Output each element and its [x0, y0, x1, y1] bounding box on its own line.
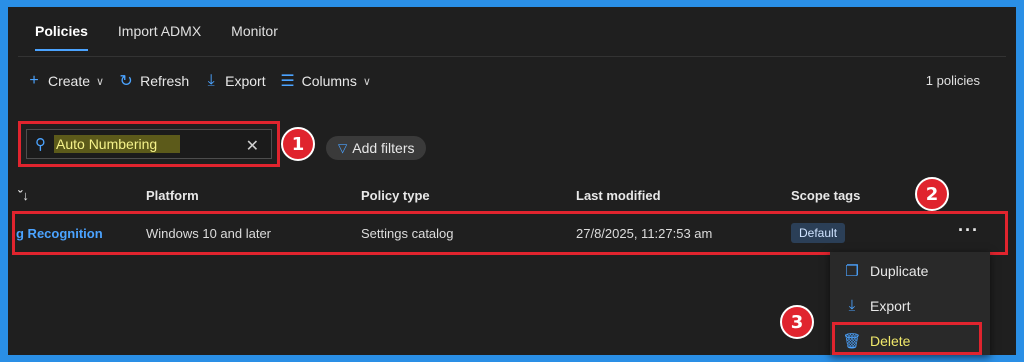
refresh-label: Refresh	[140, 73, 190, 89]
tab-monitor[interactable]: Monitor	[224, 15, 285, 51]
export-button[interactable]: ⤓ Export	[203, 72, 266, 90]
download-icon: ⤓	[848, 297, 856, 314]
download-icon: ⤓	[207, 72, 215, 89]
clear-search-icon[interactable]: ✕	[246, 136, 259, 156]
search-input[interactable]: ⚲ Auto Numbering ✕	[26, 129, 272, 159]
add-filters-label: Add filters	[352, 140, 415, 156]
columns-button[interactable]: ☰ Columns ∨	[280, 71, 371, 91]
last-modified-column-header[interactable]: Last modified	[576, 188, 661, 203]
delete-callout-box	[832, 322, 982, 355]
plus-icon: +	[29, 72, 39, 89]
policy-type-column-header[interactable]: Policy type	[361, 188, 430, 203]
search-icon: ⚲	[35, 136, 46, 153]
callout-badge-1: 1	[281, 127, 315, 161]
refresh-icon: ↻	[119, 73, 133, 90]
add-filters-button[interactable]: ▽ Add filters	[326, 136, 427, 160]
row-callout-box	[12, 211, 1008, 255]
toolbar: + Create ∨ ↻ Refresh ⤓ Export ☰ Columns …	[26, 67, 385, 95]
sort-column-header[interactable]: ˇ↓	[18, 188, 29, 203]
create-button[interactable]: + Create ∨	[26, 72, 104, 90]
policy-count: 1 policies	[925, 73, 980, 88]
tab-import-admx[interactable]: Import ADMX	[111, 15, 208, 51]
search-value: Auto Numbering	[54, 135, 180, 153]
callout-badge-2: 2	[915, 177, 949, 211]
copy-icon: ❐	[845, 263, 859, 280]
chevron-down-icon: ∨	[96, 75, 105, 88]
columns-icon: ☰	[280, 73, 295, 90]
create-label: Create	[48, 73, 91, 89]
export-menu-label: Export	[870, 297, 911, 314]
export-menu-item[interactable]: ⤓ Export	[844, 297, 911, 314]
search-callout-box: ⚲ Auto Numbering ✕	[18, 121, 280, 167]
tab-bar: Policies Import ADMX Monitor	[28, 15, 301, 51]
duplicate-label: Duplicate	[870, 263, 929, 279]
intune-policies-panel: Policies Import ADMX Monitor + Create ∨ …	[8, 7, 1016, 355]
platform-column-header[interactable]: Platform	[146, 188, 199, 203]
tab-policies[interactable]: Policies	[28, 15, 95, 51]
callout-badge-3: 3	[780, 305, 814, 339]
duplicate-menu-item[interactable]: ❐ Duplicate	[844, 262, 928, 280]
refresh-button[interactable]: ↻ Refresh	[118, 71, 189, 91]
filter-icon: ▽	[338, 141, 348, 155]
tab-divider	[18, 56, 1006, 57]
columns-label: Columns	[301, 73, 357, 89]
export-label: Export	[225, 73, 266, 89]
table-header: ˇ↓ Platform Policy type Last modified Sc…	[8, 183, 1016, 209]
chevron-down-icon: ∨	[362, 75, 371, 88]
scope-tags-column-header[interactable]: Scope tags	[791, 188, 860, 203]
